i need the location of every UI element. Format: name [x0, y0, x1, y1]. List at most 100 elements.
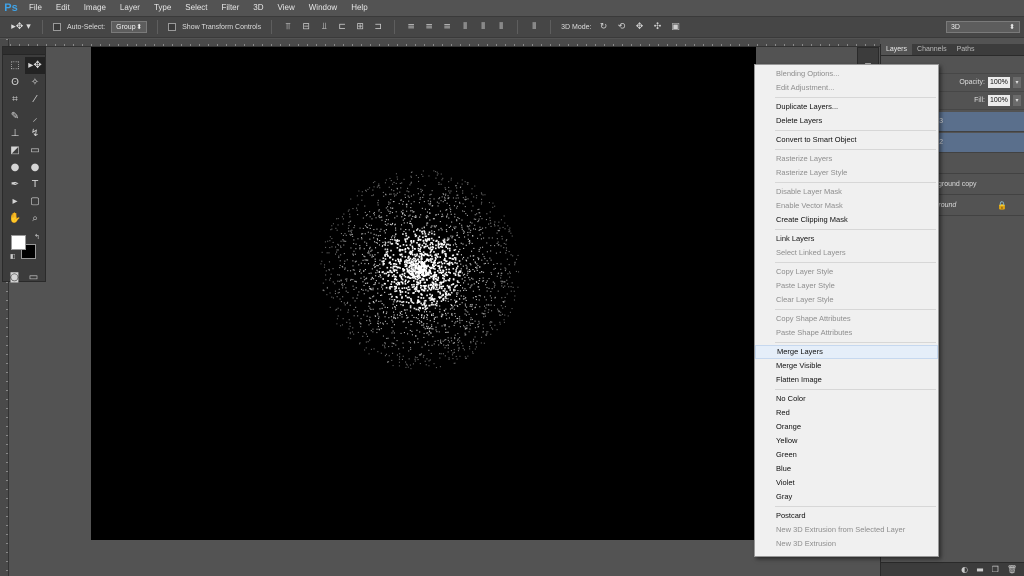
quick-mask-icon[interactable]: ◙: [5, 269, 24, 286]
menu-item-edit-adjustment: Edit Adjustment...: [776, 83, 835, 92]
divider: [271, 20, 273, 34]
menu-help[interactable]: Help: [344, 0, 374, 16]
distribute-left-icon[interactable]: ⦀: [459, 21, 471, 33]
brush-tool-icon[interactable]: ⸝: [25, 108, 45, 125]
magic-wand-icon[interactable]: ✧: [25, 74, 45, 91]
document-canvas[interactable]: [91, 47, 756, 540]
gradient-tool-icon[interactable]: ▭: [25, 142, 45, 159]
align-left-icon[interactable]: ⊏: [336, 21, 348, 33]
3d-slide-icon[interactable]: ✣: [651, 21, 663, 33]
divider: [157, 20, 159, 34]
menu-item-delete-layers[interactable]: Delete Layers: [755, 114, 938, 128]
new-layer-icon[interactable]: ❐: [992, 565, 999, 574]
menu-item-no-color[interactable]: No Color: [755, 392, 938, 406]
menu-item-violet[interactable]: Violet: [755, 476, 938, 490]
3d-scale-icon[interactable]: ▣: [669, 21, 681, 33]
auto-select-checkbox[interactable]: [53, 23, 61, 31]
tab-layers[interactable]: Layers: [881, 44, 913, 55]
shape-tool-icon[interactable]: ▢: [25, 193, 45, 210]
type-tool-icon[interactable]: T: [25, 176, 45, 193]
show-transform-checkbox[interactable]: [168, 23, 177, 31]
menu-layer[interactable]: Layer: [113, 0, 147, 16]
menu-view[interactable]: View: [271, 0, 302, 16]
menu-filter[interactable]: Filter: [215, 0, 247, 16]
menu-item-red[interactable]: Red: [755, 406, 938, 420]
default-colors-icon[interactable]: ◧: [10, 253, 16, 260]
eyedropper-icon[interactable]: ⁄: [25, 91, 45, 108]
align-vcenter-icon[interactable]: ⊟: [300, 21, 312, 33]
foreground-color-swatch[interactable]: [11, 235, 26, 250]
distribute-hcenter-icon[interactable]: ⦀: [477, 21, 489, 33]
menu-item-merge-layers[interactable]: Merge Layers: [755, 345, 938, 359]
align-hcenter-icon[interactable]: ⊞: [354, 21, 366, 33]
auto-select-value: Group: [116, 23, 136, 31]
menu-3d[interactable]: 3D: [246, 0, 270, 16]
distribute-right-icon[interactable]: ⦀: [495, 21, 507, 33]
eraser-tool-icon[interactable]: ◩: [5, 142, 25, 159]
menu-separator: [775, 342, 936, 343]
menu-item-create-clipping-mask[interactable]: Create Clipping Mask: [755, 213, 938, 227]
tab-channels[interactable]: Channels: [912, 44, 952, 55]
swap-colors-icon[interactable]: ↰: [34, 233, 40, 241]
auto-align-icon[interactable]: ⫴: [528, 21, 540, 33]
menu-item-green[interactable]: Green: [755, 448, 938, 462]
menu-window[interactable]: Window: [302, 0, 344, 16]
chevron-down-icon[interactable]: ▾: [1013, 95, 1021, 106]
menu-image[interactable]: Image: [77, 0, 113, 16]
new-group-icon[interactable]: ▬: [976, 565, 984, 574]
align-right-icon[interactable]: ⊐: [372, 21, 384, 33]
menu-edit[interactable]: Edit: [49, 0, 77, 16]
chevron-down-icon[interactable]: ▾: [1013, 77, 1021, 88]
align-top-icon[interactable]: ⫪: [282, 21, 294, 33]
menu-item-postcard[interactable]: Postcard: [755, 509, 938, 523]
menu-separator: [775, 149, 936, 150]
divider: [394, 20, 396, 34]
pen-tool-icon[interactable]: ✒: [5, 176, 25, 193]
lasso-tool-icon[interactable]: ʘ: [5, 74, 25, 91]
3d-rotate-icon[interactable]: ↻: [597, 21, 609, 33]
menu-type[interactable]: Type: [147, 0, 178, 16]
auto-select-dropdown[interactable]: Group ⬍: [111, 21, 148, 33]
3d-roll-icon[interactable]: ⟲: [615, 21, 627, 33]
blur-tool-icon[interactable]: ●: [5, 159, 25, 176]
history-brush-icon[interactable]: ↯: [25, 125, 45, 142]
horizontal-ruler[interactable]: [10, 39, 880, 47]
menu-item-blue[interactable]: Blue: [755, 462, 938, 476]
menu-item-gray[interactable]: Gray: [755, 490, 938, 504]
menu-item-convert-to-smart-object[interactable]: Convert to Smart Object: [755, 133, 938, 147]
workspace-dropdown[interactable]: 3D ⬍: [946, 21, 1020, 33]
menu-select[interactable]: Select: [178, 0, 214, 16]
menu-item-duplicate-layers[interactable]: Duplicate Layers...: [755, 100, 938, 114]
adjustment-layer-icon[interactable]: ◐: [961, 565, 968, 574]
healing-brush-icon[interactable]: ✎: [5, 108, 25, 125]
align-bottom-icon[interactable]: ⫫: [318, 21, 330, 33]
menu-separator: [775, 97, 936, 98]
move-tool-icon[interactable]: ▸✥: [25, 57, 45, 74]
distribute-vcenter-icon[interactable]: ≡: [423, 21, 435, 33]
tools-panel-header[interactable]: [3, 47, 45, 55]
path-selection-icon[interactable]: ▸: [5, 193, 25, 210]
menu-file[interactable]: File: [22, 0, 49, 16]
menu-item-orange[interactable]: Orange: [755, 420, 938, 434]
zoom-tool-icon[interactable]: ⌕: [25, 210, 45, 227]
trash-icon[interactable]: 🗑: [1007, 565, 1017, 574]
marquee-tool-icon[interactable]: ⬚: [5, 57, 25, 74]
hand-tool-icon[interactable]: ✋: [5, 210, 25, 227]
crop-tool-icon[interactable]: ⌗: [5, 91, 25, 108]
layer-context-menu: Blending Options... Edit Adjustment... Dup…: [754, 64, 939, 557]
opacity-input[interactable]: 100%: [988, 77, 1010, 88]
menu-item-merge-visible[interactable]: Merge Visible: [755, 359, 938, 373]
screen-mode-icon[interactable]: ▭: [24, 269, 43, 286]
tab-paths[interactable]: Paths: [952, 44, 980, 55]
move-tool-preset-icon[interactable]: ▸✥ ▾: [10, 20, 32, 34]
menu-item-link-layers[interactable]: Link Layers: [755, 232, 938, 246]
fill-label: Fill:: [974, 97, 985, 104]
menu-item-flatten-image[interactable]: Flatten Image: [755, 373, 938, 387]
fill-input[interactable]: 100%: [988, 95, 1010, 106]
menu-item-yellow[interactable]: Yellow: [755, 434, 938, 448]
clone-stamp-icon[interactable]: ⊥: [5, 125, 25, 142]
distribute-bottom-icon[interactable]: ≡: [441, 21, 453, 33]
distribute-top-icon[interactable]: ≡: [405, 21, 417, 33]
3d-pan-icon[interactable]: ✥: [633, 21, 645, 33]
dodge-tool-icon[interactable]: ●: [25, 159, 45, 176]
